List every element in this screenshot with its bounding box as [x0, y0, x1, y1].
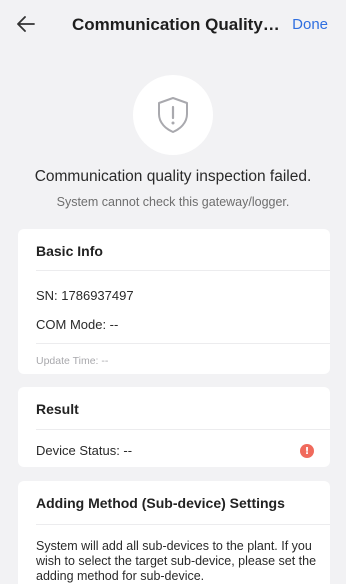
- com-mode: COM Mode: --: [36, 317, 119, 332]
- divider: [36, 429, 330, 430]
- result-title: Result: [36, 401, 79, 417]
- device-status: Device Status: --: [36, 443, 133, 458]
- serial-number: SN: 1786937497: [36, 288, 134, 303]
- adding-method-description: System will add all sub-devices to the p…: [36, 539, 317, 583]
- adding-method-title: Adding Method (Sub-device) Settings: [36, 495, 285, 511]
- divider: [36, 524, 330, 525]
- update-time: Update Time: --: [36, 355, 109, 367]
- basic-info-card: Basic Info SN: 1786937497 COM Mode: -- U…: [18, 229, 330, 374]
- divider: [36, 343, 330, 344]
- status-subtitle: System cannot check this gateway/logger.: [56, 195, 290, 209]
- error-icon: !: [300, 444, 314, 458]
- result-card: Result Device Status: -- !: [18, 387, 330, 467]
- shield-alert-icon: [133, 75, 213, 155]
- back-arrow-icon[interactable]: [14, 12, 38, 36]
- header: Communication Quality In... Done: [0, 0, 346, 48]
- divider: [36, 270, 330, 271]
- basic-info-title: Basic Info: [36, 243, 103, 259]
- done-button[interactable]: Done: [292, 16, 328, 33]
- adding-method-card[interactable]: Adding Method (Sub-device) Settings Syst…: [18, 481, 330, 584]
- page-title: Communication Quality In...: [72, 15, 280, 34]
- status-title: Communication quality inspection failed.: [34, 168, 312, 185]
